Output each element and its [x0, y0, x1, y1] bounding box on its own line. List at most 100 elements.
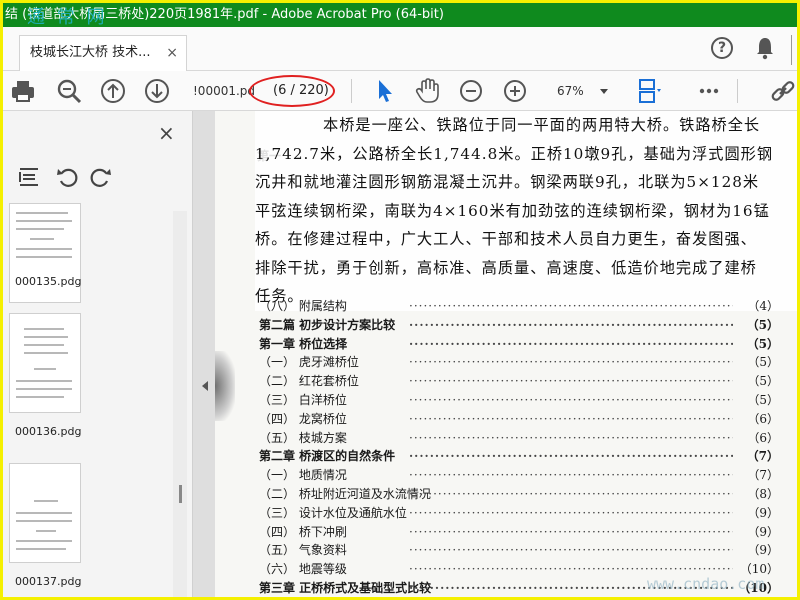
page-thumbnail[interactable]: [9, 313, 81, 413]
scan-shadow: [215, 351, 235, 421]
toc-row: （三） 白洋桥位 ································…: [259, 391, 779, 410]
page-options-icon[interactable]: [17, 165, 41, 189]
toc-row: （一） 虎牙滩桥位 ·······························…: [259, 353, 779, 372]
page-display-icon[interactable]: [635, 77, 663, 105]
toc-leader-dots: ········································…: [409, 430, 733, 445]
page-thumbnail[interactable]: [9, 463, 81, 563]
toc-page-number: （6）: [747, 411, 779, 426]
toc-entry-label: 第三章 正桥桥式及基础型式比较: [259, 580, 432, 595]
toc-row: （四） 龙窝桥位 ································…: [259, 410, 779, 429]
chevron-down-icon[interactable]: [600, 89, 608, 94]
toc-page-number: （6）: [747, 430, 779, 445]
toc-leader-dots: ········································…: [409, 505, 733, 520]
more-options-icon[interactable]: [695, 77, 723, 105]
toc-page-number: （5）: [747, 374, 779, 389]
toc-entry-label: （四） 龙窝桥位: [259, 411, 347, 426]
toc-entry-label: 第一章 桥位选择: [259, 336, 348, 351]
thumbnail-label: 000135.pdg: [15, 275, 82, 288]
toc-entry-label: （八） 附属结构: [259, 299, 347, 313]
toc-row: 第一章 桥位选择 ································…: [259, 335, 779, 354]
toc-row: （五） 气象资料 ································…: [259, 541, 779, 560]
thumbnail-panel: × 000135.pdg 000136.pdg 000137.pdg: [3, 111, 193, 597]
paragraph-line: 本桥是一座公、铁路位于同一平面的两用特大桥。铁路桥全长: [323, 116, 761, 134]
collapse-panel-icon[interactable]: [202, 381, 208, 391]
document-tab[interactable]: 枝城长江大桥 技术... ×: [19, 35, 187, 71]
toc-entry-label: （四） 桥下冲刷: [259, 524, 347, 539]
toc-entry-label: （六） 地震等级: [259, 562, 347, 577]
toc-entry-label: （三） 白洋桥位: [259, 392, 347, 407]
toc-leader-dots: ········································…: [409, 355, 733, 370]
screenshot-frame: 结 (铁道部大桥局三桥处)220页1981年.pdf - Adobe Acrob…: [0, 0, 800, 600]
document-tab-label: 枝城长江大桥 技术...: [30, 45, 151, 60]
thumbnail-label: 000137.pdg: [15, 575, 82, 588]
toc-page-number: （5）: [747, 355, 779, 370]
panel-resize-handle[interactable]: [179, 485, 182, 503]
previous-page-icon[interactable]: [99, 77, 127, 105]
toc-row: （三） 设计水位及通航水位 ···························…: [259, 504, 779, 523]
toc-row: （一） 地质情况 ································…: [259, 466, 779, 485]
watermark-bottom: www.cndao.com: [647, 575, 765, 593]
toc-page-number: （9）: [747, 505, 779, 520]
toc-row: （八） 附属结构 ································…: [259, 297, 779, 316]
toc-leader-dots: ········································…: [409, 317, 733, 332]
toc-row: （五） 枝城方案 ································…: [259, 429, 779, 448]
zoom-level-select[interactable]: 67%: [557, 79, 584, 103]
toc-entry-label: （三） 设计水位及通航水位: [259, 505, 407, 520]
panel-close-icon[interactable]: ×: [158, 121, 175, 145]
thumbnail-tools: [3, 163, 193, 193]
toc-page-number: （7）: [747, 468, 779, 483]
thumbnail-label: 000136.pdg: [15, 425, 82, 438]
toc-leader-dots: ········································…: [409, 299, 733, 313]
toc-leader-dots: ········································…: [409, 524, 733, 539]
toc-entry-label: （五） 气象资料: [259, 543, 347, 558]
toc-row: （二） 桥址附近河道及水流情况 ·························…: [259, 485, 779, 504]
tab-bar: 枝城长江大桥 技术... × ?: [3, 27, 797, 71]
toc-leader-dots: ········································…: [409, 374, 733, 389]
toc-page-number: （7）: [746, 449, 779, 464]
pdf-page: 第一 本桥是一座公、铁路位于同一平面的两用特大桥。铁路桥全长 1,742.7米，…: [215, 111, 797, 597]
link-icon[interactable]: [769, 77, 797, 105]
toc-leader-dots: ········································…: [409, 449, 733, 464]
toc-page-number: （9）: [747, 524, 779, 539]
toc-leader-dots: ········································…: [409, 486, 733, 501]
watermark-top: 通 常 网: [27, 7, 108, 28]
hand-tool-icon[interactable]: [413, 77, 441, 105]
toolbar-divider: [351, 79, 352, 103]
toc-entry-label: （一） 地质情况: [259, 468, 347, 483]
toc-leader-dots: ········································…: [409, 392, 733, 407]
rotate-clockwise-icon[interactable]: [89, 165, 113, 189]
paragraph-line: 1,742.7米，公路桥全长1,744.8米。正桥10墩9孔，基础为浮式圆形钢: [255, 144, 774, 163]
toc-entry-label: 第二章 桥渡区的自然条件: [259, 449, 396, 464]
zoom-in-icon[interactable]: [501, 77, 529, 105]
help-icon[interactable]: ?: [711, 37, 733, 59]
zoom-out-icon[interactable]: [457, 77, 485, 105]
toc-leader-dots: ········································…: [409, 336, 733, 351]
bell-icon[interactable]: [755, 36, 775, 60]
print-icon[interactable]: [9, 77, 37, 105]
table-of-contents: （八） 附属结构 ································…: [259, 297, 779, 597]
toc-page-number: （5）: [746, 317, 779, 332]
rotate-counterclockwise-icon[interactable]: [55, 165, 79, 189]
document-view[interactable]: 第一 本桥是一座公、铁路位于同一平面的两用特大桥。铁路桥全长 1,742.7米，…: [193, 111, 797, 597]
page-number-input[interactable]: !00001.pdg: [193, 79, 255, 103]
paragraph-line: 沉井和就地灌注圆形钢筋混凝土沉井。钢梁两联9孔，北联为5×128米: [255, 173, 760, 191]
next-page-icon[interactable]: [143, 77, 171, 105]
annotation-circle: [249, 75, 335, 107]
overlay-paragraph: 本桥是一座公、铁路位于同一平面的两用特大桥。铁路桥全长 1,742.7米，公路桥…: [255, 111, 797, 311]
toc-page-number: （4）: [747, 299, 779, 313]
page-thumbnail[interactable]: [9, 203, 81, 303]
window-title-bar: 结 (铁道部大桥局三桥处)220页1981年.pdf - Adobe Acrob…: [3, 3, 797, 27]
zoom-out-search-icon[interactable]: [55, 77, 83, 105]
toc-row: （二） 红花套桥位 ·······························…: [259, 372, 779, 391]
select-cursor-icon[interactable]: [371, 77, 399, 105]
toolbar: !00001.pdg (6 / 220) 67%: [3, 71, 797, 111]
tab-bar-divider: [791, 35, 792, 65]
toc-row: （四） 桥下冲刷 ································…: [259, 523, 779, 542]
toc-row: 第二章 桥渡区的自然条件 ····························…: [259, 447, 779, 466]
toc-leader-dots: ········································…: [409, 411, 733, 426]
toc-page-number: （5）: [747, 392, 779, 407]
thumbnail-scrollbar[interactable]: [173, 211, 187, 597]
toc-page-number: （8）: [747, 486, 779, 501]
toc-entry-label: （二） 红花套桥位: [259, 374, 359, 389]
tab-close-icon[interactable]: ×: [166, 36, 178, 70]
